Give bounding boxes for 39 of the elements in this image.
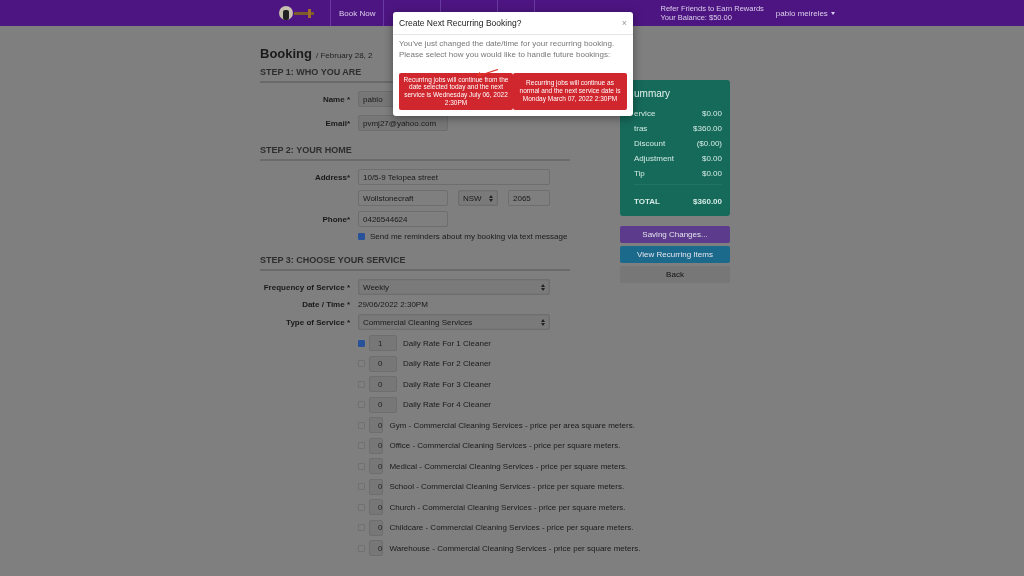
summary-label: Discount	[634, 139, 666, 148]
service-label: Church - Commercial Cleaning Services - price per square meters.	[389, 502, 626, 512]
summary-title: ummary	[634, 88, 672, 99]
summary-value: $0.00	[701, 169, 722, 178]
date-value: 29/06/2022 2:30PM	[358, 300, 428, 309]
service-label: Daily Rate For 4 Cleaner	[403, 400, 492, 409]
service-label: Daily Rate For 2 Cleaner	[403, 359, 492, 368]
total-label: TOTAL	[634, 197, 660, 206]
summary-label: ervice	[634, 109, 656, 118]
service-label: Childcare - Commercial Cleaning Services - price per square meters.	[389, 523, 634, 532]
service-label: Warehouse - Commercial Cleaning Services - price per square meters.	[389, 543, 641, 553]
dialog-message: You've just changed the date/time for your recurring booking. Please select how you would like to handle future bookings:	[399, 39, 616, 61]
total-value: $360.00	[693, 197, 722, 206]
summary-value: $360.00	[693, 124, 722, 133]
section-heading: STEP 3: CHOOSE YOUR SERVICE	[260, 255, 570, 271]
summary-value: $0.00	[701, 154, 722, 163]
page-title: Booking	[260, 46, 312, 61]
field-label: Email*	[324, 118, 350, 128]
field-label: Address*	[313, 172, 350, 182]
dialog-title: Create Next Recurring Booking?	[399, 18, 522, 28]
section-heading: STEP 2: YOUR HOME	[260, 145, 570, 161]
service-label: School - Commercial Cleaning Services - price per square meters.	[389, 482, 625, 491]
service-label: Daily Rate For 3 Cleaner	[403, 379, 492, 389]
summary-value: $0.00	[701, 109, 722, 118]
field-label: Phone*	[321, 214, 350, 224]
summary-value: ($0.00)	[696, 139, 722, 148]
summary-label: Tip	[634, 169, 645, 178]
field-label: Type of Service *	[285, 317, 350, 327]
checkbox-label: Send me reminders about my booking via text message	[370, 232, 568, 241]
field-label: Date / Time *	[301, 300, 350, 309]
service-label: Daily Rate For 1 Cleaner	[403, 338, 492, 348]
service-label: Office - Commercial Cleaning Services - price per square meters.	[389, 441, 621, 450]
service-label: Medical - Commercial Cleaning Services - price per square meters.	[389, 461, 628, 471]
service-label: Gym - Commercial Cleaning Services - price per area square meters.	[389, 420, 635, 430]
summary-label: Adjustment	[634, 154, 675, 163]
field-label: Frequency of Service *	[262, 282, 350, 292]
field-label: Name *	[321, 94, 350, 104]
page-date: / February 28, 2	[316, 51, 373, 60]
summary-label: tras	[634, 124, 648, 133]
